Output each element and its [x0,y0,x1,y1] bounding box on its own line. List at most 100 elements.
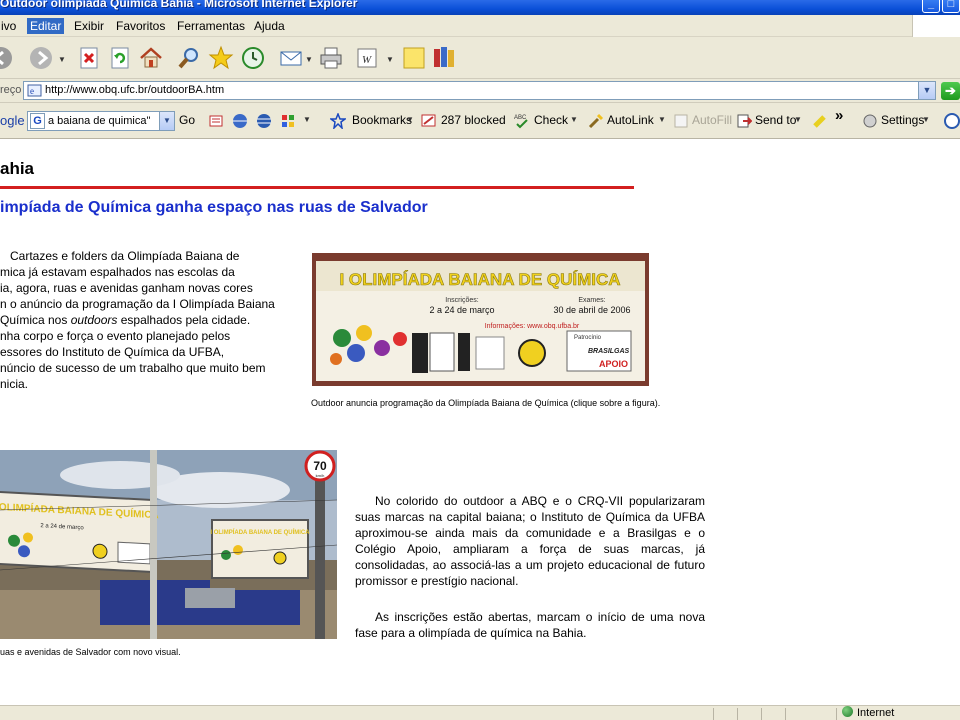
bookmarks-dropdown-icon[interactable]: ▼ [406,115,414,124]
billboard-exames-label: Exames: [578,297,605,304]
toolbar-extra-icon[interactable] [944,113,960,129]
edit-dropdown-icon[interactable]: ▼ [386,55,394,64]
page-content: ahia impíada de Química ganha espaço nas… [0,139,960,705]
article-paragraph-1: Cartazes e folders da Olimpíada Baiana d… [0,248,294,392]
minimize-button[interactable]: _ [922,0,940,13]
google-search-input[interactable]: G a baiana de quimica" ▼ [27,111,175,131]
popup-blocker-icon[interactable] [421,113,437,129]
menu-editar[interactable]: Editar [27,18,65,34]
mail-icon[interactable] [279,45,305,71]
autofill-icon [673,113,689,129]
menu-bar: ivo Editar Exibir Favoritos Ferramentas … [0,15,960,37]
billboard-exames-date: 30 de abril de 2006 [553,305,630,315]
svg-text:W: W [362,54,372,66]
google-g-icon[interactable]: G [30,113,45,129]
photo-caption-1: Outdoor anuncia programação da Olimpíada… [311,398,661,408]
google-news-icon[interactable] [208,113,224,129]
stop-icon[interactable] [76,45,102,71]
status-bar: Internet [0,705,960,720]
zone-label: Internet [857,707,895,719]
maximize-button[interactable]: □ [942,0,960,13]
billboard-brasilgas: BRASILGAS [588,348,630,355]
billboard-patrocinio: Patrocínio [574,335,602,341]
billboard-info: Informações: www.obq.ufba.br [485,323,580,330]
research-icon[interactable] [431,45,457,71]
menu-favoritos[interactable]: Favoritos [113,18,168,34]
check-button[interactable]: Check [534,113,568,127]
google-go-button[interactable]: Go [179,113,195,127]
address-label: reço [0,84,22,96]
history-icon[interactable] [240,45,266,71]
security-zone: Internet [842,706,894,719]
google-toolbar: ogle G a baiana de quimica" ▼ Go ▼ Bookm… [0,103,960,139]
svg-text:ABC: ABC [514,115,527,121]
bookmark-star-icon[interactable] [328,111,348,131]
more-chevron-icon[interactable]: » [835,107,843,124]
p1-line: Cartazes e folders da Olimpíada Baiana d… [10,249,240,263]
refresh-icon[interactable] [107,45,133,71]
send-to-button[interactable]: Send to [755,113,796,127]
discuss-icon[interactable] [401,45,427,71]
p1-line: ia, agora, ruas e avenidas ganham novas … [0,281,253,295]
svg-text:e: e [30,86,34,96]
address-bar: reço e http://www.obq.ufc.br/outdoorBA.h… [0,79,960,103]
check-dropdown-icon[interactable]: ▼ [570,115,578,124]
print-icon[interactable] [318,45,344,71]
internet-globe-icon [842,706,853,717]
windows-logo [912,15,960,37]
billboard-photo[interactable]: I OLIMPÍADA BAIANA DE QUÍMICA Inscrições… [312,253,649,386]
billboard-inscricoes-date: 2 a 24 de março [429,305,494,315]
search-icon[interactable] [176,45,202,71]
address-url: http://www.obq.ufc.br/outdoorBA.htm [45,84,225,96]
article-headline: impíada de Química ganha espaço nas ruas… [0,199,428,216]
forward-dropdown-icon[interactable]: ▼ [58,55,66,64]
google-globe-icon[interactable] [232,113,248,129]
highlighter-icon[interactable] [812,113,828,129]
spellcheck-icon[interactable]: ABC [514,113,530,129]
home-icon[interactable] [138,45,164,71]
autolink-button[interactable]: AutoLink [607,113,654,127]
popup-blocked-count[interactable]: 287 blocked [441,113,506,127]
send-to-icon[interactable] [736,113,753,129]
address-dropdown-icon[interactable]: ▼ [918,82,935,99]
billboard-headline: I OLIMPÍADA BAIANA DE QUÍMICA [339,270,620,289]
settings-dropdown-icon[interactable]: ▼ [922,115,930,124]
back-icon[interactable] [0,45,14,71]
settings-button[interactable]: Settings [881,113,924,127]
speed-sign-unit: km/h [316,473,325,478]
menu-ajuda[interactable]: Ajuda [251,18,288,34]
bookmarks-button[interactable]: Bookmarks [352,113,412,127]
go-arrow-icon[interactable]: ➔ [941,82,960,100]
google-search-dropdown-icon[interactable]: ▼ [159,112,174,130]
menu-ferramentas[interactable]: Ferramentas [174,18,248,34]
mail-dropdown-icon[interactable]: ▼ [305,55,313,64]
p1-line: essores do Instituto de Química da UFBA, [0,345,225,359]
p1-line: nha corpo e força o evento planejado pel… [0,329,231,343]
status-separator [713,708,714,720]
edit-word-icon[interactable]: W [354,45,380,71]
autolink-dropdown-icon[interactable]: ▼ [658,115,666,124]
forward-icon[interactable] [28,45,54,71]
p1-text: espalhados pela cidade. [117,313,251,327]
google-logo[interactable]: ogle [0,113,25,128]
p1-line: núncio de sucesso de um trabalho que mui… [0,361,266,375]
send-to-dropdown-icon[interactable]: ▼ [794,115,802,124]
page-title: ahia [0,159,35,178]
status-separator [785,708,786,720]
status-separator [761,708,762,720]
settings-icon[interactable] [862,113,878,129]
google-tools-icon[interactable] [280,113,296,129]
billboard-inscricoes-label: Inscrições: [445,297,479,304]
google-site-icon[interactable] [256,113,272,129]
google-tools-dropdown-icon[interactable]: ▼ [303,115,311,124]
street-billboards-photo[interactable]: I OLIMPÍADA BAIANA DE QUÍMICA 2 a 24 de … [0,450,337,639]
p1-line: Química nos outdoors espalhados pela cid… [0,312,294,328]
autolink-icon[interactable] [588,113,604,129]
address-input[interactable]: e http://www.obq.ufc.br/outdoorBA.htm ▼ [23,81,936,100]
menu-exibir[interactable]: Exibir [71,18,107,34]
menu-arquivo[interactable]: ivo [0,18,19,34]
favorites-star-icon[interactable] [208,45,234,71]
p1-line: mica já estavam espalhados nas escolas d… [0,265,235,279]
p1-text: Química nos [0,313,71,327]
p1-outdoors-italic: outdoors [70,313,118,327]
